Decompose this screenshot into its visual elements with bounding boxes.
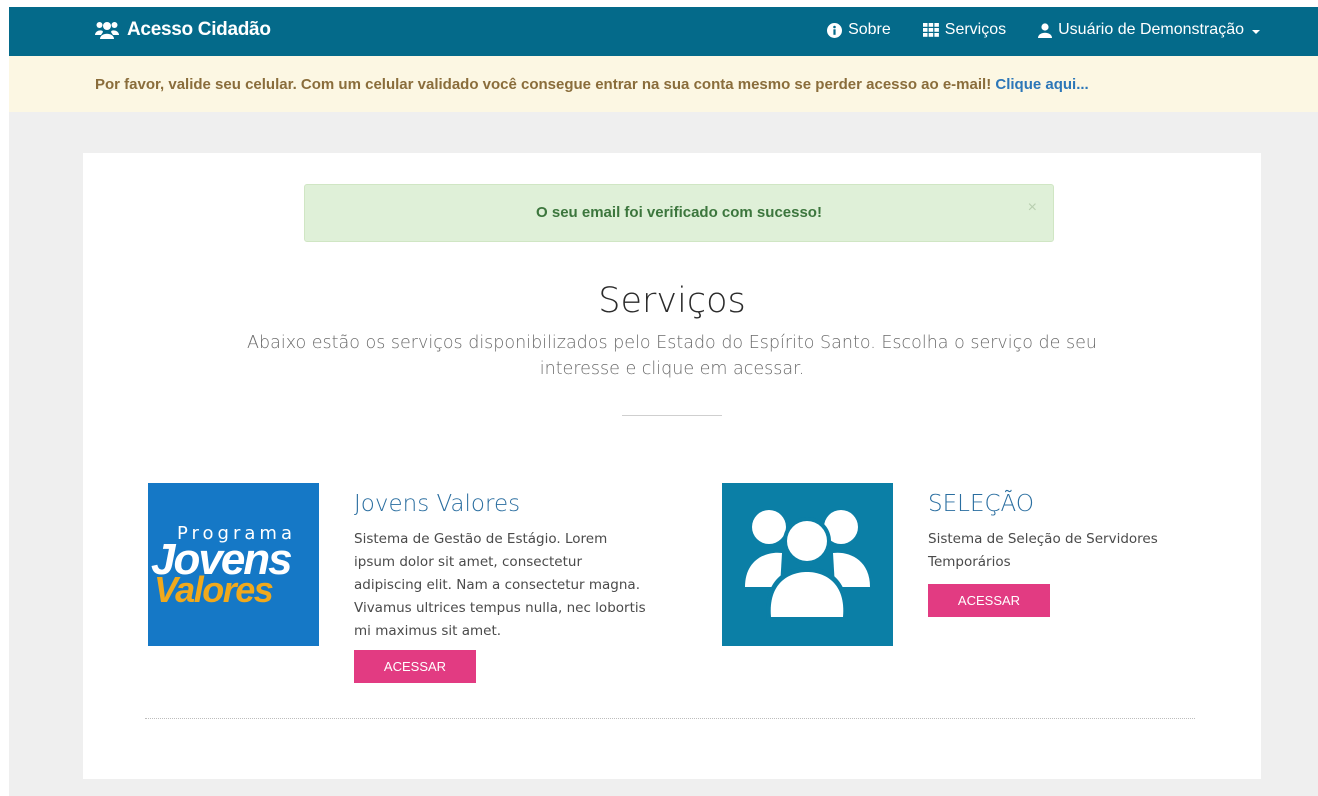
nav-user-dropdown[interactable]: Usuário de Demonstração xyxy=(1038,21,1260,39)
access-button[interactable]: ACESSAR xyxy=(354,650,476,683)
users-icon xyxy=(95,21,119,39)
service-title[interactable]: SELEÇÃO xyxy=(928,491,1034,517)
service-title[interactable]: Jovens Valores xyxy=(354,491,520,517)
info-icon xyxy=(827,22,843,38)
users-icon[interactable] xyxy=(722,483,893,646)
nav-user-label: Usuário de Demonstração xyxy=(1058,21,1244,38)
warning-message: Por favor, valide seu celular. Com um ce… xyxy=(95,76,1089,93)
nav-about-label: Sobre xyxy=(848,21,891,38)
nav-services-label: Serviços xyxy=(944,21,1007,38)
page-title: Serviços xyxy=(598,281,746,321)
success-alert: O seu email foi verificado com sucesso! … xyxy=(304,184,1054,242)
title-divider xyxy=(622,415,722,416)
brand[interactable]: Acesso Cidadão xyxy=(95,19,271,41)
services-card: O seu email foi verificado com sucesso! … xyxy=(83,153,1261,779)
nav-links: Sobre Serviços Usuário de Demonstração xyxy=(795,21,1260,39)
warning-link[interactable]: Clique aqui... xyxy=(995,76,1088,93)
alert-message: O seu email foi verificado com sucesso! xyxy=(536,204,822,221)
access-button[interactable]: ACESSAR xyxy=(928,584,1050,617)
caret-down-icon xyxy=(1252,29,1260,34)
nav-services[interactable]: Serviços xyxy=(922,21,1007,39)
svg-text:Valores: Valores xyxy=(154,569,273,610)
user-icon xyxy=(1038,22,1053,38)
dotted-separator xyxy=(145,718,1195,719)
nav-about[interactable]: Sobre xyxy=(827,21,891,39)
brand-name: Acesso Cidadão xyxy=(127,19,271,40)
top-navbar: Acesso Cidadão Sobre Serviços Usuário de… xyxy=(9,7,1318,56)
jovens-valores-logo[interactable]: Programa Jovens Valores xyxy=(148,483,319,646)
warning-text: Por favor, valide seu celular. Com um ce… xyxy=(95,76,992,93)
close-icon[interactable]: × xyxy=(1028,200,1037,216)
grid-icon xyxy=(922,23,939,37)
service-description: Sistema de Seleção de Servidores Temporá… xyxy=(928,531,1158,570)
page-subtitle: Abaixo estão os serviços disponibilizado… xyxy=(247,333,1097,379)
page-frame: Acesso Cidadão Sobre Serviços Usuário de… xyxy=(9,7,1318,796)
phone-validation-warning: Por favor, valide seu celular. Com um ce… xyxy=(9,56,1318,112)
service-description: Sistema de Gestão de Estágio. Lorem ipsu… xyxy=(354,531,646,639)
